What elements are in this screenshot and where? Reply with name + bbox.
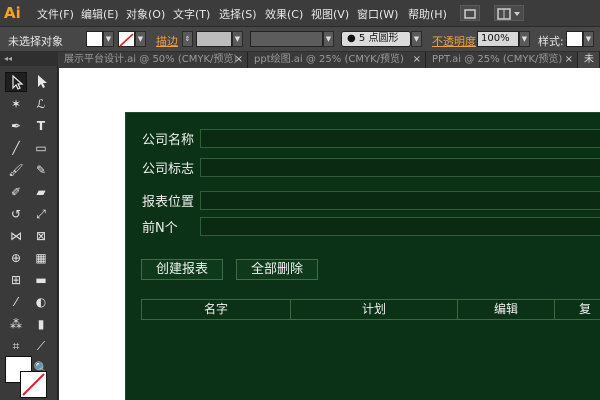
perspective-grid-tool-icon[interactable]: ▦ xyxy=(30,248,52,268)
type-tool-icon[interactable]: T xyxy=(30,116,52,136)
stroke-color-swatch[interactable] xyxy=(118,31,135,47)
pencil-tool-icon[interactable]: ✎ xyxy=(30,160,52,180)
style-dropdown[interactable]: ▼ xyxy=(583,31,594,47)
control-bar: 未选择对象 ▼ ▼ 描边 ⇕ ▼ ▼ ● 5 点圆形 ▼ 不透明度 100% ▼… xyxy=(0,27,600,52)
variable-width-dropdown[interactable]: ▼ xyxy=(323,31,334,47)
column-header-name[interactable]: 名字 xyxy=(142,300,291,319)
artboard-canvas[interactable]: 公司名称 公司标志 报表位置 前N个 创建报表 全部删除 名字 计划 编辑 复 xyxy=(59,68,600,400)
brush-definition[interactable]: ● 5 点圆形 xyxy=(341,31,411,47)
arrange-documents-icon xyxy=(497,8,520,20)
blend-tool-icon[interactable]: ◐ xyxy=(30,292,52,312)
column-header-copy[interactable]: 复 xyxy=(555,300,600,319)
selection-tool-icon[interactable] xyxy=(5,72,27,92)
stroke-dropdown[interactable]: ▼ xyxy=(135,31,146,47)
delete-all-button[interactable]: 全部删除 xyxy=(236,259,318,280)
mesh-tool-icon[interactable]: ⊞ xyxy=(5,270,27,290)
report-form-panel: 公司名称 公司标志 报表位置 前N个 创建报表 全部删除 名字 计划 编辑 复 xyxy=(125,112,600,400)
report-position-label: 报表位置 xyxy=(142,195,195,210)
tab-title: 展示平台设计.ai @ 50% (CMYK/预览) xyxy=(64,54,238,65)
tab-title: ppt绘图.ai @ 25% (CMYK/预览) xyxy=(254,54,404,65)
shape-builder-tool-icon[interactable]: ⊕ xyxy=(5,248,27,268)
free-transform-tool-icon[interactable]: ⊠ xyxy=(30,226,52,246)
line-segment-tool-icon[interactable]: ╱ xyxy=(5,138,27,158)
close-icon[interactable]: × xyxy=(413,52,421,68)
top-n-label: 前N个 xyxy=(142,221,178,236)
no-color-icon xyxy=(22,373,45,396)
eyedropper-tool-icon[interactable]: ⁄ xyxy=(5,292,27,312)
menu-help[interactable]: 帮助(H) xyxy=(408,6,447,22)
selection-status: 未选择对象 xyxy=(8,35,63,48)
slice-tool-icon[interactable]: ⟋ xyxy=(30,336,52,356)
opacity-dropdown[interactable]: ▼ xyxy=(519,31,530,47)
company-logo-label: 公司标志 xyxy=(142,162,195,177)
close-icon[interactable]: × xyxy=(235,52,243,68)
report-position-input[interactable] xyxy=(200,191,600,210)
tab-document-4[interactable]: 未 xyxy=(578,52,600,68)
pen-tool-icon[interactable]: ✒ xyxy=(5,116,27,136)
stroke-weight-stepper[interactable]: ⇕ xyxy=(182,31,193,47)
artboard-tool-icon[interactable]: ⌗ xyxy=(5,336,27,356)
company-name-input[interactable] xyxy=(200,129,600,148)
magic-wand-tool-icon[interactable]: ✶ xyxy=(5,94,27,114)
no-color-icon xyxy=(119,33,134,47)
bridge-icon xyxy=(464,9,476,19)
tools-panel: ◂◂ ✶ ℒ ✒ T ╱ ▭ 🖌 ✎ ✐ ▰ ↺ ⤢ ⋈ ⊠ ⊕ ▦ ⊞ ▬ ⁄… xyxy=(0,52,58,400)
company-logo-input[interactable] xyxy=(200,158,600,177)
menu-effect[interactable]: 效果(C) xyxy=(265,6,303,22)
rectangle-tool-icon[interactable]: ▭ xyxy=(30,138,52,158)
brush-label: 5 点圆形 xyxy=(358,33,399,44)
tab-document-1[interactable]: 展示平台设计.ai @ 50% (CMYK/预览) × xyxy=(58,52,248,68)
stroke-weight-field[interactable] xyxy=(196,31,232,47)
menu-type[interactable]: 文字(T) xyxy=(173,6,210,22)
arrange-documents-button[interactable] xyxy=(494,5,524,21)
menu-view[interactable]: 视图(V) xyxy=(311,6,349,22)
menu-file[interactable]: 文件(F) xyxy=(37,6,74,22)
paintbrush-tool-icon[interactable]: 🖌 xyxy=(5,160,27,180)
company-name-label: 公司名称 xyxy=(142,133,195,148)
symbol-sprayer-tool-icon[interactable]: ⁂ xyxy=(5,314,27,334)
bridge-button[interactable] xyxy=(460,5,480,21)
graphic-style-swatch[interactable] xyxy=(566,31,583,47)
close-icon[interactable]: × xyxy=(565,52,573,68)
variable-width-profile[interactable] xyxy=(250,31,323,47)
column-graph-tool-icon[interactable]: ▮ xyxy=(30,314,52,334)
menu-edit[interactable]: 编辑(E) xyxy=(81,6,119,22)
gradient-tool-icon[interactable]: ▬ xyxy=(30,270,52,290)
opacity-field[interactable]: 100% xyxy=(477,31,519,47)
blob-brush-tool-icon[interactable]: ✐ xyxy=(5,182,27,202)
tab-title: 未 xyxy=(584,54,594,65)
report-table-header: 名字 计划 编辑 复 xyxy=(141,299,600,320)
menu-window[interactable]: 窗口(W) xyxy=(357,6,398,22)
lasso-tool-icon[interactable]: ℒ xyxy=(30,94,52,114)
create-report-button[interactable]: 创建报表 xyxy=(141,259,223,280)
fill-color-swatch[interactable] xyxy=(86,31,103,47)
menu-select[interactable]: 选择(S) xyxy=(219,6,257,22)
opacity-label[interactable]: 不透明度 xyxy=(432,33,476,49)
column-header-plan[interactable]: 计划 xyxy=(291,300,458,319)
illustrator-window: Ai 文件(F) 编辑(E) 对象(O) 文字(T) 选择(S) 效果(C) 视… xyxy=(0,0,600,400)
brush-dropdown[interactable]: ▼ xyxy=(411,31,422,47)
top-n-input[interactable] xyxy=(200,217,600,236)
app-logo: Ai xyxy=(4,4,21,22)
rotate-tool-icon[interactable]: ↺ xyxy=(5,204,27,224)
tab-document-3[interactable]: PPT.ai @ 25% (CMYK/预览) × xyxy=(426,52,578,68)
stroke-label[interactable]: 描边 xyxy=(156,33,178,49)
scale-tool-icon[interactable]: ⤢ xyxy=(30,204,52,224)
tab-document-2[interactable]: ppt绘图.ai @ 25% (CMYK/预览) × xyxy=(248,52,426,68)
style-label: 样式: xyxy=(538,35,564,48)
menu-bar: Ai 文件(F) 编辑(E) 对象(O) 文字(T) 选择(S) 效果(C) 视… xyxy=(0,0,600,27)
width-tool-icon[interactable]: ⋈ xyxy=(5,226,27,246)
eraser-tool-icon[interactable]: ▰ xyxy=(30,182,52,202)
document-tabs: 展示平台设计.ai @ 50% (CMYK/预览) × ppt绘图.ai @ 2… xyxy=(58,52,600,68)
stroke-weight-dropdown[interactable]: ▼ xyxy=(232,31,243,47)
tools-panel-grip[interactable]: ◂◂ xyxy=(0,52,58,66)
tab-title: PPT.ai @ 25% (CMYK/预览) xyxy=(432,54,563,65)
fill-dropdown[interactable]: ▼ xyxy=(103,31,114,47)
menu-object[interactable]: 对象(O) xyxy=(126,6,165,22)
direct-selection-tool-icon[interactable] xyxy=(30,72,52,92)
stroke-color-box[interactable] xyxy=(20,371,47,398)
column-header-edit[interactable]: 编辑 xyxy=(458,300,555,319)
